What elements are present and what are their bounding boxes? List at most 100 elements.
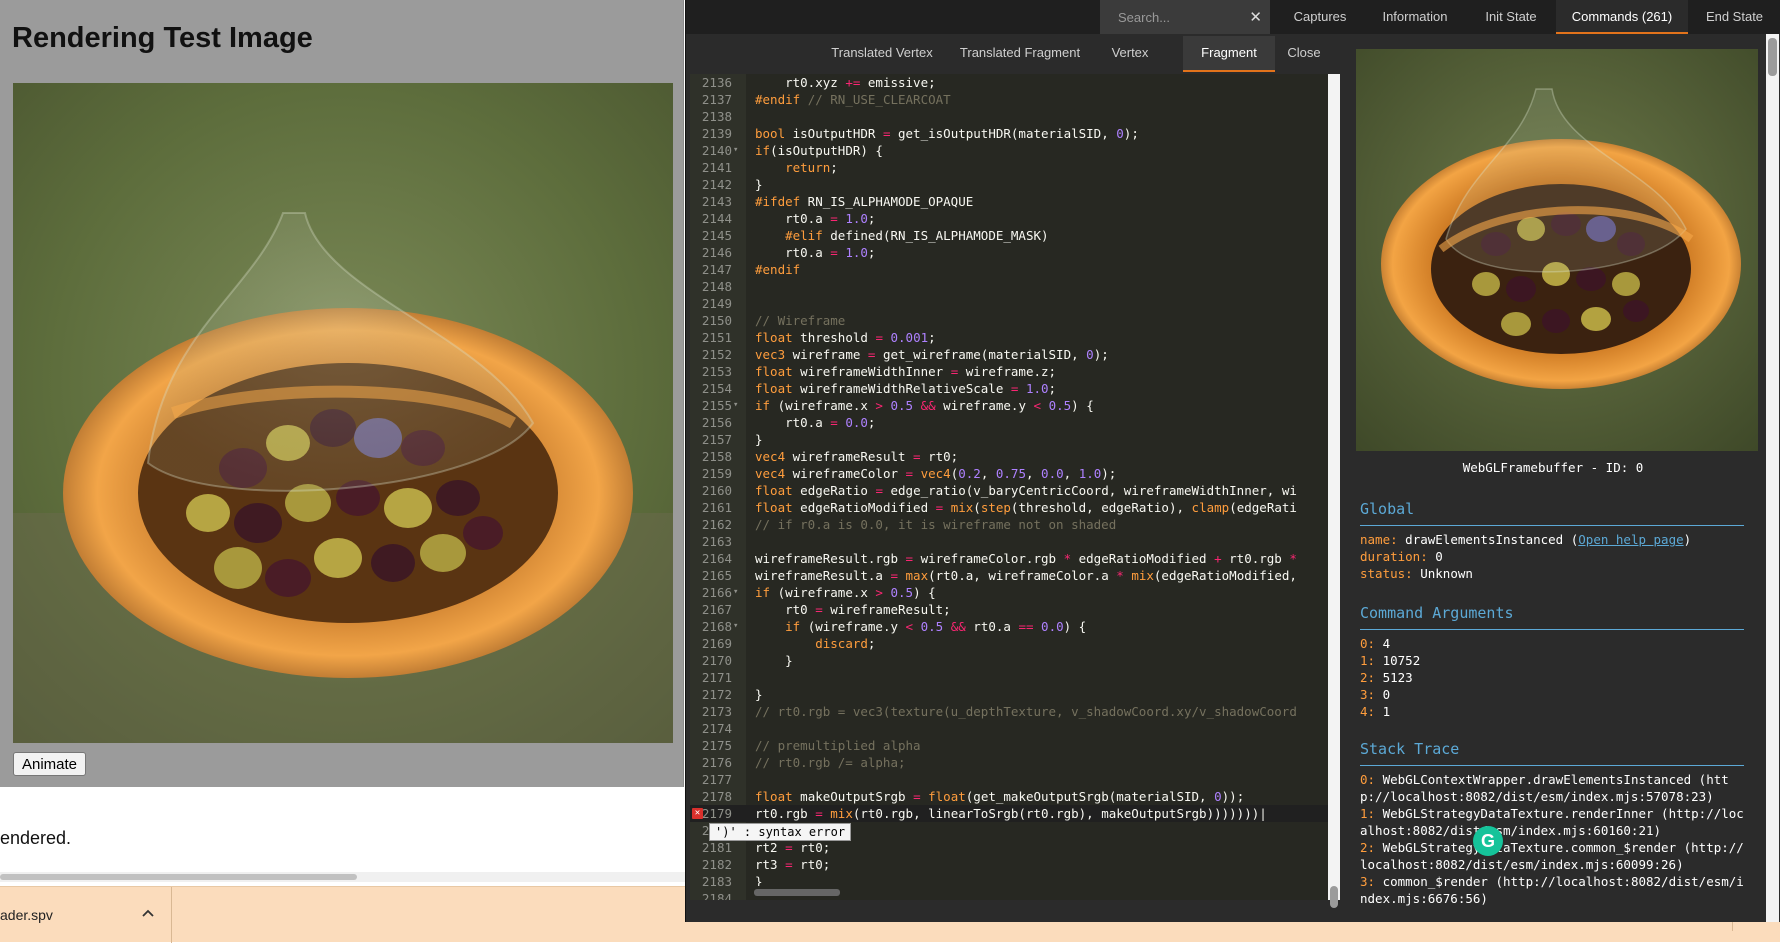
tab-close[interactable]: Close [1275, 36, 1333, 72]
code-line[interactable]: 2142} [690, 176, 1328, 193]
code-line[interactable]: 2145 #elif defined(RN_IS_ALPHAMODE_MASK) [690, 227, 1328, 244]
code-line[interactable]: 2151 float threshold = 0.001; [690, 329, 1328, 346]
code-line[interactable]: 2149 [690, 295, 1328, 312]
name-value: drawElementsInstanced ( [1405, 532, 1579, 547]
code-line[interactable]: 2167 rt0 = wireframeResult; [690, 601, 1328, 618]
code-line[interactable]: 2172} [690, 686, 1328, 703]
tab-translated-fragment[interactable]: Translated Fragment [948, 36, 1092, 72]
tab-vertex[interactable]: Vertex [1092, 36, 1168, 72]
code-line[interactable]: 2181 rt2 = rt0; [690, 839, 1328, 856]
scrollbar-thumb[interactable] [754, 889, 840, 896]
code-line[interactable]: 2162 // if r0.a is 0.0, it is wireframe n… [690, 516, 1328, 533]
download-file-name: ader.spv [0, 907, 53, 923]
code-text: discard; [815, 636, 876, 651]
code-text: // rt0.rgb = vec3(texture(u_depthTexture… [755, 704, 1297, 719]
code-text: float edgeRatioModified = mix(step(thres… [755, 500, 1297, 515]
code-line[interactable]: 2136 rt0.xyz += emissive; [690, 74, 1328, 91]
stack-trace-title: Stack Trace [1360, 740, 1460, 758]
close-icon[interactable]: ✕ [1249, 8, 1262, 26]
code-line[interactable]: 2179 ✕ rt0.rgb = mix(rt0.rgb, linearToSrgb… [690, 805, 1328, 822]
scrollbar-thumb[interactable] [1768, 38, 1777, 76]
line-number: 2171 [701, 670, 732, 685]
code-line[interactable]: 2165 wireframeResult.a = max(rt0.a, wiref… [690, 567, 1328, 584]
framebuffer-preview[interactable] [1356, 49, 1758, 451]
fold-icon[interactable]: ▾ [733, 397, 738, 414]
code-line[interactable]: 2166 ▾ if (wireframe.x > 0.5) { [690, 584, 1328, 601]
shader-code-editor[interactable]: 2136 rt0.xyz += emissive; 2137 #endif // R… [690, 74, 1328, 900]
tab-information[interactable]: Information [1364, 0, 1466, 34]
tab-fragment[interactable]: Fragment [1183, 36, 1275, 72]
code-text: rt0.rgb = mix(rt0.rgb, linearToSrgb(rt0.… [755, 806, 1267, 821]
grammarly-icon[interactable]: G [1473, 826, 1503, 856]
fold-icon[interactable]: ▾ [733, 142, 738, 159]
code-vertical-scrollbar[interactable] [1328, 74, 1340, 908]
code-line[interactable]: 2159 vec4 wireframeColor = vec4(0.2, 0.75… [690, 465, 1328, 482]
stack-frame: 0: WebGLContextWrapper.drawElementsInsta… [1360, 771, 1750, 805]
tab-commands[interactable]: Commands (261) [1556, 0, 1688, 34]
code-line[interactable]: 2174 [690, 720, 1328, 737]
code-line[interactable]: 2168 ▾ if (wireframe.y < 0.5 && rt0.a == … [690, 618, 1328, 635]
line-number: 2156 [701, 415, 732, 430]
fold-icon[interactable]: ▾ [733, 584, 738, 601]
line-number: 2152 [701, 347, 732, 362]
code-line[interactable]: 2157} [690, 431, 1328, 448]
code-line[interactable]: 2154 float wireframeWidthRelativeScale = … [690, 380, 1328, 397]
code-line[interactable]: 2177 [690, 771, 1328, 788]
code-line[interactable]: 2143 #ifdef RN_IS_ALPHAMODE_OPAQUE [690, 193, 1328, 210]
code-line[interactable]: 2146 rt0.a = 1.0; [690, 244, 1328, 261]
code-line[interactable]: 2141 return; [690, 159, 1328, 176]
download-item[interactable]: ader.spv [0, 887, 172, 943]
status-value: Unknown [1420, 566, 1473, 581]
code-line[interactable]: 2147 #endif [690, 261, 1328, 278]
code-line[interactable]: 2169 discard; [690, 635, 1328, 652]
code-line[interactable]: 2170 } [690, 652, 1328, 669]
open-help-page-link[interactable]: Open help page [1578, 532, 1683, 547]
syntax-error-tooltip: ')' : syntax error [709, 823, 852, 841]
code-line[interactable]: 2158 vec4 wireframeResult = rt0; [690, 448, 1328, 465]
line-number: 2157 [701, 432, 732, 447]
tab-captures[interactable]: Captures [1276, 0, 1364, 34]
code-text: rt0.xyz += emissive; [755, 75, 936, 90]
tab-translated-vertex[interactable]: Translated Vertex [816, 36, 948, 72]
tab-end-state[interactable]: End State [1688, 0, 1780, 34]
code-line[interactable]: 2152 vec3 wireframe = get_wireframe(mater… [690, 346, 1328, 363]
scrollbar-thumb[interactable] [1330, 886, 1338, 908]
line-number: 2176 [701, 755, 732, 770]
code-line[interactable]: 2173 // rt0.rgb = vec3(texture(u_depthTex… [690, 703, 1328, 720]
code-line[interactable]: 2161 float edgeRatioModified = mix(step(t… [690, 499, 1328, 516]
horizontal-scrollbar[interactable] [0, 872, 690, 882]
animate-button[interactable]: Animate [13, 752, 87, 776]
code-text: vec4 wireframeResult = rt0; [755, 449, 959, 464]
error-icon[interactable]: ✕ [692, 808, 703, 819]
code-line[interactable]: 2182 rt3 = rt0; [690, 856, 1328, 873]
code-text: float threshold = 0.001; [755, 330, 936, 345]
chevron-up-icon[interactable] [142, 905, 154, 921]
info-vertical-scrollbar[interactable] [1766, 34, 1779, 922]
code-horizontal-scrollbar[interactable] [752, 886, 1328, 898]
search-input[interactable] [1100, 0, 1240, 34]
code-line[interactable]: 2148 [690, 278, 1328, 295]
code-line[interactable]: 2156 rt0.a = 0.0; [690, 414, 1328, 431]
code-line[interactable]: 2176 // rt0.rgb /= alpha; [690, 754, 1328, 771]
code-line[interactable]: 2153 float wireframeWidthInner = wirefram… [690, 363, 1328, 380]
code-line[interactable]: 2140 ▾ if(isOutputHDR) { [690, 142, 1328, 159]
code-line[interactable]: 2150 // Wireframe [690, 312, 1328, 329]
argument-row: 4: 1 [1360, 703, 1390, 720]
code-line[interactable]: 2138 [690, 108, 1328, 125]
code-line[interactable]: 2139 bool isOutputHDR = get_isOutputHDR(m… [690, 125, 1328, 142]
render-canvas[interactable] [13, 83, 673, 743]
code-line[interactable]: 2178 float makeOutputSrgb = float(get_mak… [690, 788, 1328, 805]
code-line[interactable]: 2175 // premultiplied alpha [690, 737, 1328, 754]
scrollbar-thumb[interactable] [0, 874, 357, 880]
line-number: 2145 [701, 228, 732, 243]
code-line[interactable]: 2171 [690, 669, 1328, 686]
code-line[interactable]: 2164 wireframeResult.rgb = wireframeColor… [690, 550, 1328, 567]
code-line[interactable]: 2163 [690, 533, 1328, 550]
code-line[interactable]: 2137 #endif // RN_USE_CLEARCOAT [690, 91, 1328, 108]
code-text: rt0 = wireframeResult; [755, 602, 951, 617]
code-line[interactable]: 2155 ▾ if (wireframe.x > 0.5 && wireframe.… [690, 397, 1328, 414]
code-line[interactable]: 2144 rt0.a = 1.0; [690, 210, 1328, 227]
fold-icon[interactable]: ▾ [733, 618, 738, 635]
code-line[interactable]: 2160 float edgeRatio = edge_ratio(v_baryC… [690, 482, 1328, 499]
tab-init-state[interactable]: Init State [1466, 0, 1556, 34]
